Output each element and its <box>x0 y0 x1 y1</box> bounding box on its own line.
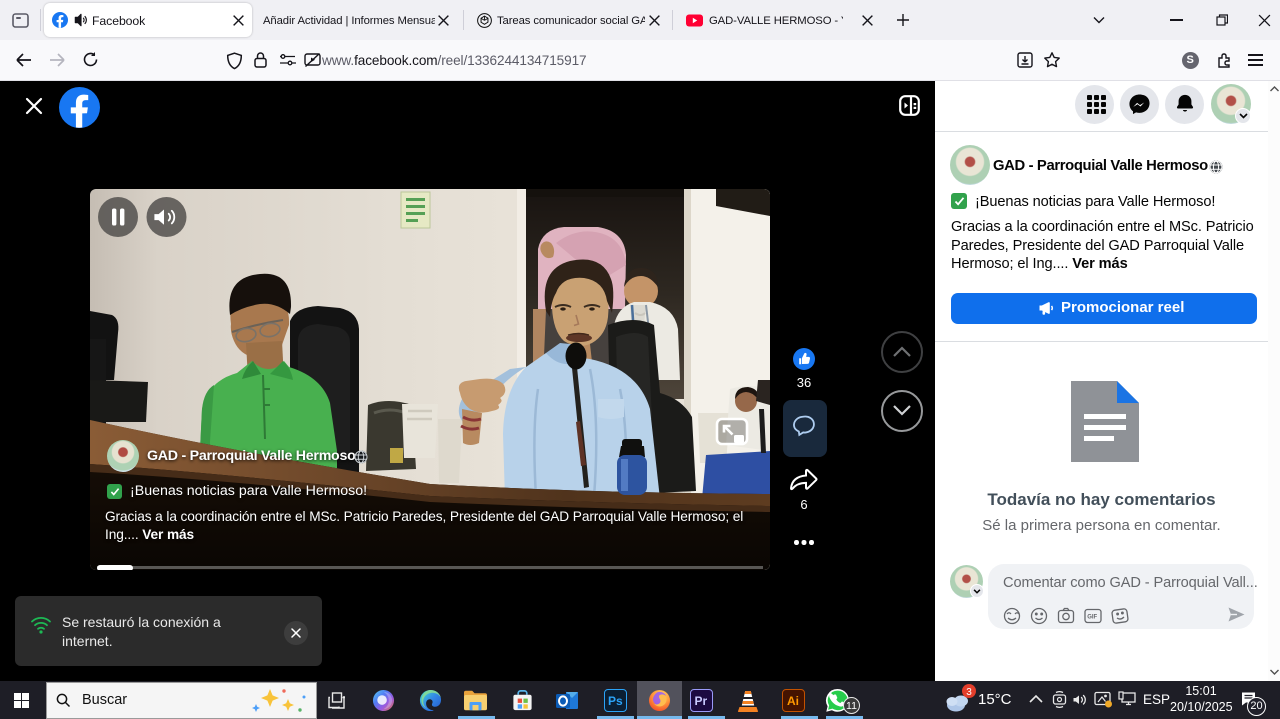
svg-text:GIF: GIF <box>1087 615 1097 621</box>
